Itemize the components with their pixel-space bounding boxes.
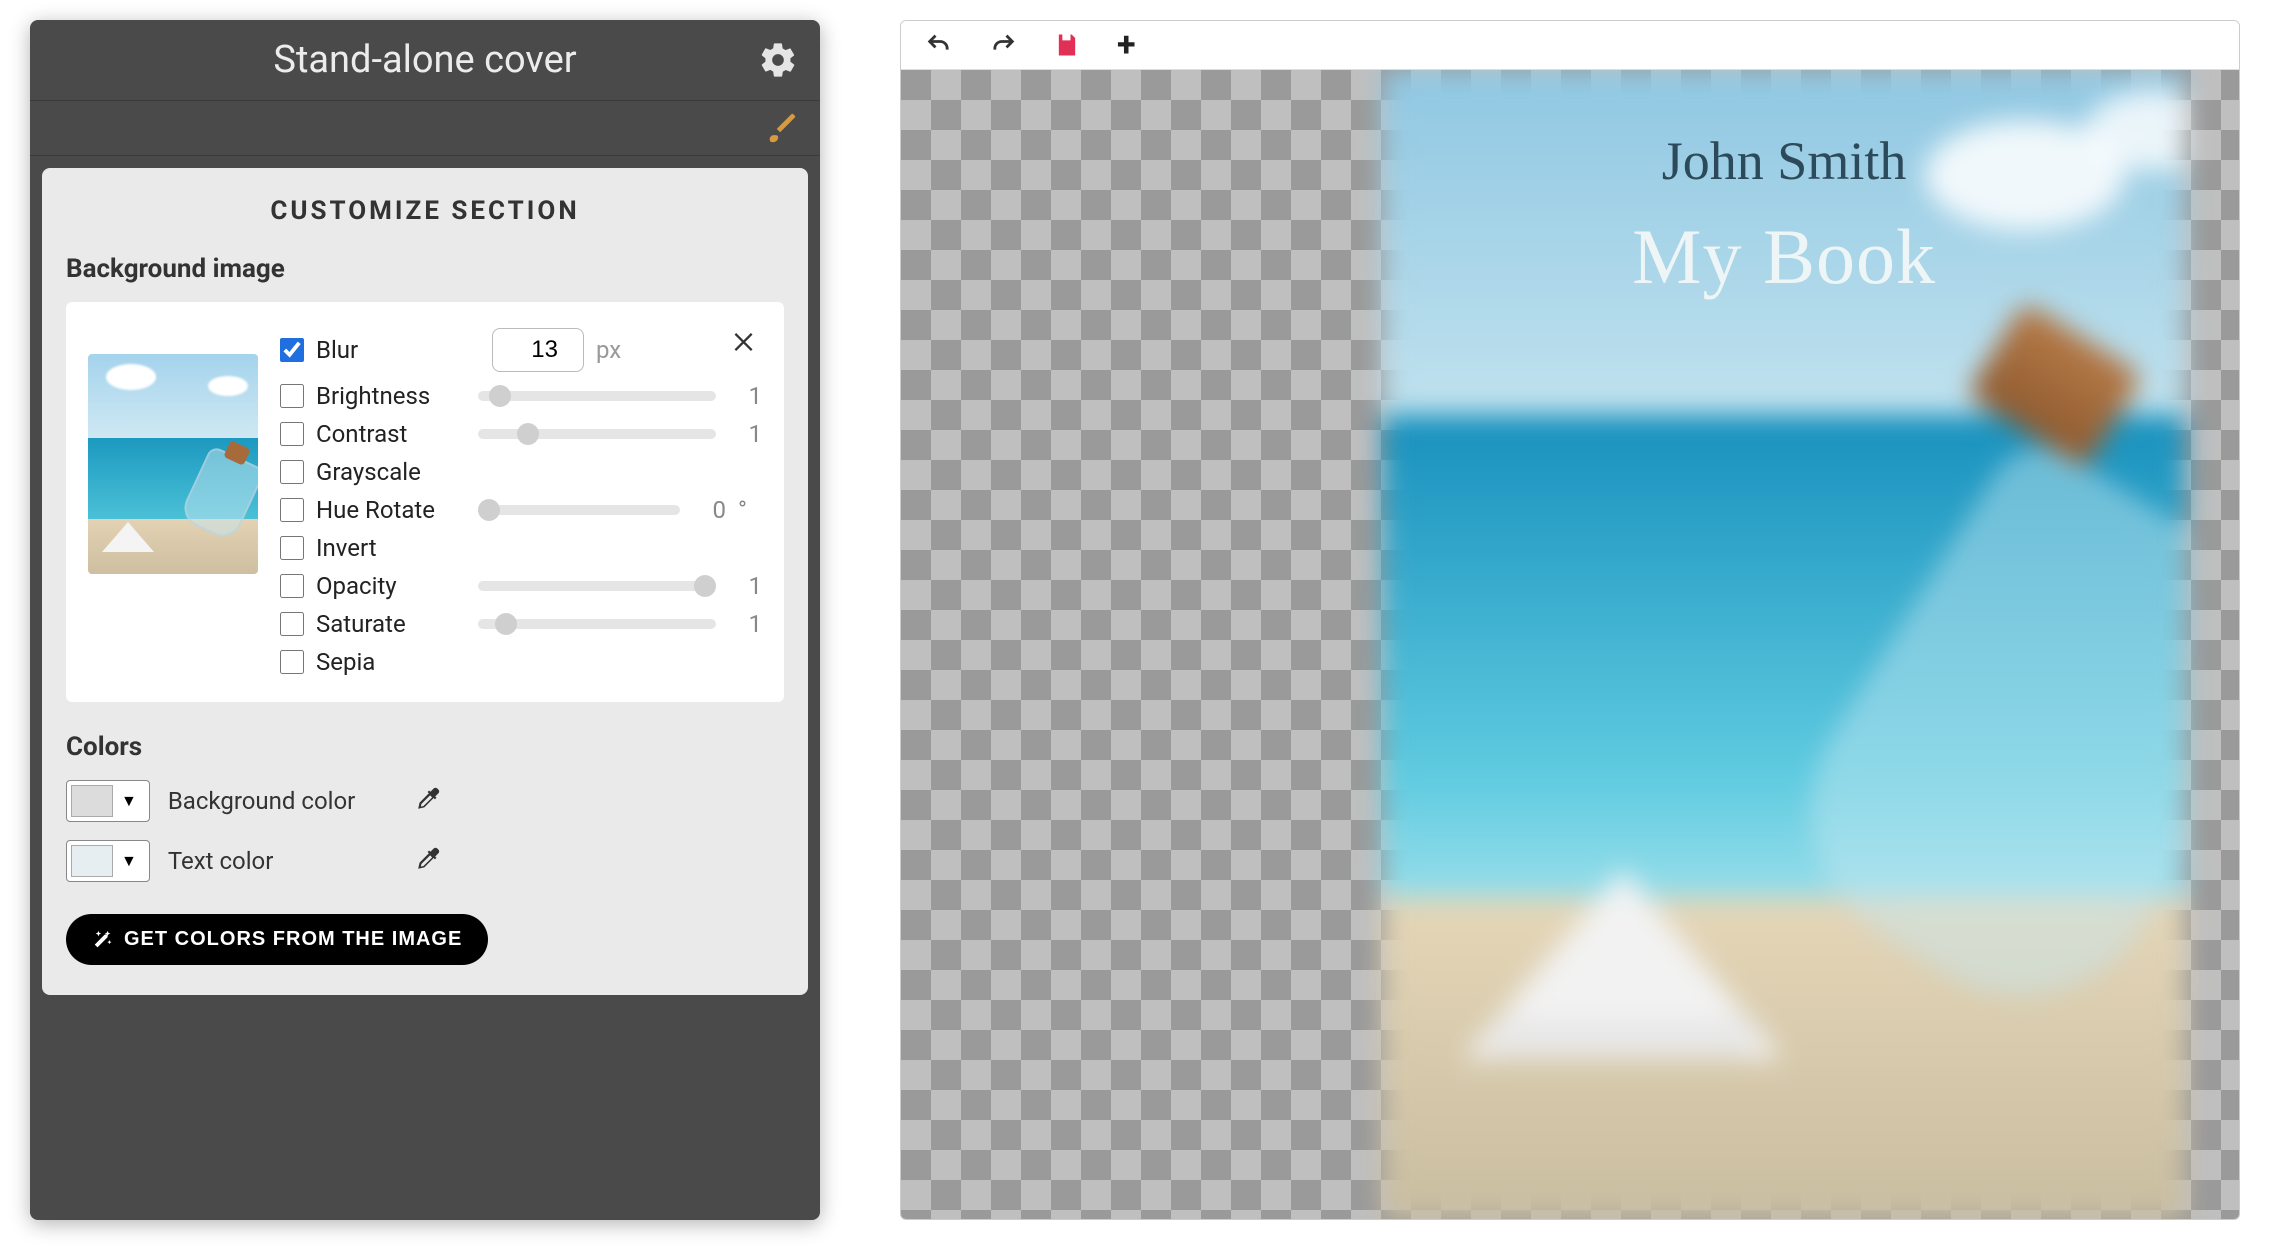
filters-list: Blur px Brightness 1	[280, 328, 762, 676]
undo-icon	[925, 31, 953, 59]
opacity-label: Opacity	[316, 572, 466, 600]
canvas-checkerboard[interactable]: John Smith My Book	[901, 70, 2239, 1219]
huerotate-slider[interactable]	[478, 505, 680, 515]
huerotate-checkbox[interactable]	[280, 498, 304, 522]
contrast-value: 1	[728, 420, 762, 448]
get-colors-label: GET COLORS FROM THE IMAGE	[124, 928, 462, 951]
grayscale-checkbox[interactable]	[280, 460, 304, 484]
sepia-label: Sepia	[316, 648, 466, 676]
huerotate-value: 0	[692, 496, 726, 524]
save-icon	[1053, 31, 1081, 59]
text-color-picker[interactable]: ▼	[66, 840, 150, 882]
text-color-swatch	[71, 845, 113, 877]
filter-opacity: Opacity 1	[280, 572, 762, 600]
contrast-label: Contrast	[316, 420, 466, 448]
bg-thumbnail[interactable]	[88, 354, 258, 574]
get-colors-button[interactable]: GET COLORS FROM THE IMAGE	[66, 914, 488, 965]
redo-icon	[989, 31, 1017, 59]
filter-brightness: Brightness 1	[280, 382, 762, 410]
contrast-checkbox[interactable]	[280, 422, 304, 446]
caret-down-icon: ▼	[113, 791, 145, 811]
saturate-slider[interactable]	[478, 619, 716, 629]
remove-image-button[interactable]	[730, 328, 758, 360]
saturate-label: Saturate	[316, 610, 466, 638]
filter-huerotate: Hue Rotate 0 °	[280, 496, 762, 524]
text-color-row: ▼ Text color	[66, 840, 784, 882]
canvas-toolbar: +	[901, 21, 2239, 70]
settings-button[interactable]	[758, 40, 798, 80]
blur-checkbox[interactable]	[280, 338, 304, 362]
text-eyedropper-button[interactable]	[416, 846, 442, 876]
bg-color-swatch	[71, 785, 113, 817]
huerotate-unit: °	[738, 496, 762, 524]
filter-grayscale: Grayscale	[280, 458, 762, 486]
cover-preview	[1383, 70, 2186, 1219]
huerotate-label: Hue Rotate	[316, 496, 466, 524]
text-color-label: Text color	[168, 847, 398, 875]
blur-label: Blur	[316, 336, 466, 364]
eyedropper-icon	[416, 846, 442, 872]
canvas-area: + John Smith My Book	[900, 20, 2240, 1220]
save-button[interactable]	[1053, 31, 1081, 59]
opacity-checkbox[interactable]	[280, 574, 304, 598]
saturate-checkbox[interactable]	[280, 612, 304, 636]
card-title: CUSTOMIZE SECTION	[66, 196, 784, 226]
brightness-value: 1	[728, 382, 762, 410]
bg-eyedropper-button[interactable]	[416, 786, 442, 816]
brush-icon	[764, 111, 798, 145]
filter-blur: Blur px	[280, 328, 762, 372]
brush-button[interactable]	[764, 111, 798, 149]
opacity-value: 1	[728, 572, 762, 600]
colors-label: Colors	[66, 732, 784, 762]
sidebar-header: Stand-alone cover	[30, 20, 820, 101]
undo-button[interactable]	[925, 31, 953, 59]
contrast-slider[interactable]	[478, 429, 716, 439]
filter-sepia: Sepia	[280, 648, 762, 676]
invert-label: Invert	[316, 534, 466, 562]
brightness-label: Brightness	[316, 382, 466, 410]
bg-image-label: Background image	[66, 254, 784, 284]
eyedropper-icon	[416, 786, 442, 812]
filter-invert: Invert	[280, 534, 762, 562]
opacity-slider[interactable]	[478, 581, 716, 591]
blur-input[interactable]	[492, 328, 584, 372]
bg-color-label: Background color	[168, 787, 398, 815]
panel-body: CUSTOMIZE SECTION Background image	[30, 156, 820, 1007]
filter-saturate: Saturate 1	[280, 610, 762, 638]
saturate-value: 1	[728, 610, 762, 638]
brightness-checkbox[interactable]	[280, 384, 304, 408]
magic-wand-icon	[92, 929, 114, 951]
filter-contrast: Contrast 1	[280, 420, 762, 448]
add-button[interactable]: +	[1117, 35, 1136, 55]
bg-color-row: ▼ Background color	[66, 780, 784, 822]
colors-section: Colors ▼ Background color	[66, 732, 784, 965]
plus-icon: +	[1117, 35, 1136, 55]
blur-unit: px	[596, 336, 621, 364]
invert-checkbox[interactable]	[280, 536, 304, 560]
brightness-slider[interactable]	[478, 391, 716, 401]
bg-color-picker[interactable]: ▼	[66, 780, 150, 822]
sepia-checkbox[interactable]	[280, 650, 304, 674]
brush-row	[30, 101, 820, 156]
redo-button[interactable]	[989, 31, 1017, 59]
caret-down-icon: ▼	[113, 851, 145, 871]
grayscale-label: Grayscale	[316, 458, 466, 486]
sidebar-panel: Stand-alone cover CUSTOMIZE SECTION Back…	[30, 20, 820, 1220]
gear-icon	[758, 40, 798, 80]
close-icon	[730, 328, 758, 356]
sidebar-title: Stand-alone cover	[273, 38, 576, 82]
customize-card: CUSTOMIZE SECTION Background image	[42, 168, 808, 995]
bg-image-box: Blur px Brightness 1	[66, 302, 784, 702]
